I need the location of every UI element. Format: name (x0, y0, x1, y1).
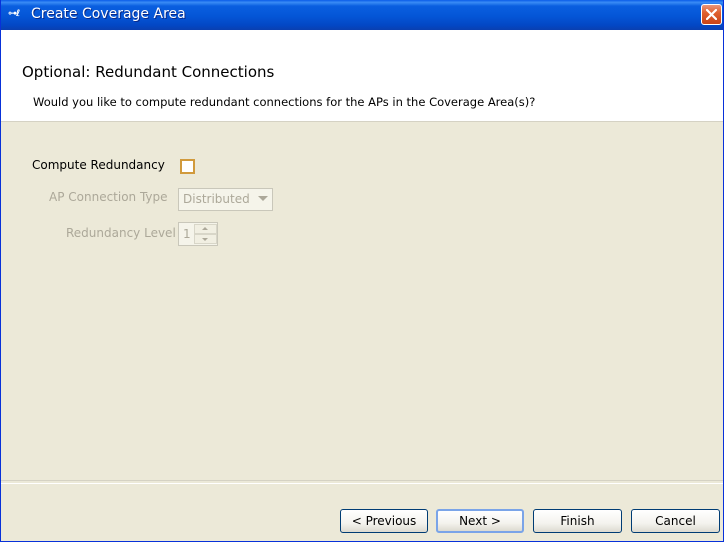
compute-redundancy-checkbox[interactable] (180, 159, 195, 174)
title-bar[interactable]: ⊶ℓ Create Coverage Area (1, 0, 723, 30)
finish-button[interactable]: Finish (533, 509, 622, 533)
redundancy-level-spinner[interactable]: 1 (178, 222, 218, 246)
create-coverage-area-dialog: ⊶ℓ Create Coverage Area Optional: Redund… (0, 0, 724, 542)
spinner-down-arrow-icon[interactable] (194, 234, 217, 244)
redundancy-level-value: 1 (183, 227, 191, 241)
page-title: Optional: Redundant Connections (22, 63, 275, 81)
ap-connection-type-label: AP Connection Type (49, 190, 168, 204)
cancel-button[interactable]: Cancel (631, 509, 720, 533)
previous-button[interactable]: < Previous (340, 509, 428, 533)
chevron-down-icon (258, 196, 268, 201)
next-button[interactable]: Next > (436, 509, 524, 533)
ap-connection-type-value: Distributed (183, 192, 250, 206)
close-icon (706, 9, 717, 20)
ap-connection-type-select[interactable]: Distributed (178, 188, 273, 211)
compute-redundancy-label: Compute Redundancy (32, 158, 165, 172)
footer-divider (1, 480, 723, 484)
page-description: Would you like to compute redundant conn… (33, 95, 536, 109)
spinner-up-arrow-icon[interactable] (194, 224, 217, 234)
close-button[interactable] (701, 4, 722, 25)
redundancy-level-label: Redundancy Level (66, 226, 176, 240)
wizard-header: Optional: Redundant Connections Would yo… (1, 30, 723, 122)
window-title: Create Coverage Area (31, 6, 186, 22)
wireless-app-icon: ⊶ℓ (8, 9, 20, 19)
